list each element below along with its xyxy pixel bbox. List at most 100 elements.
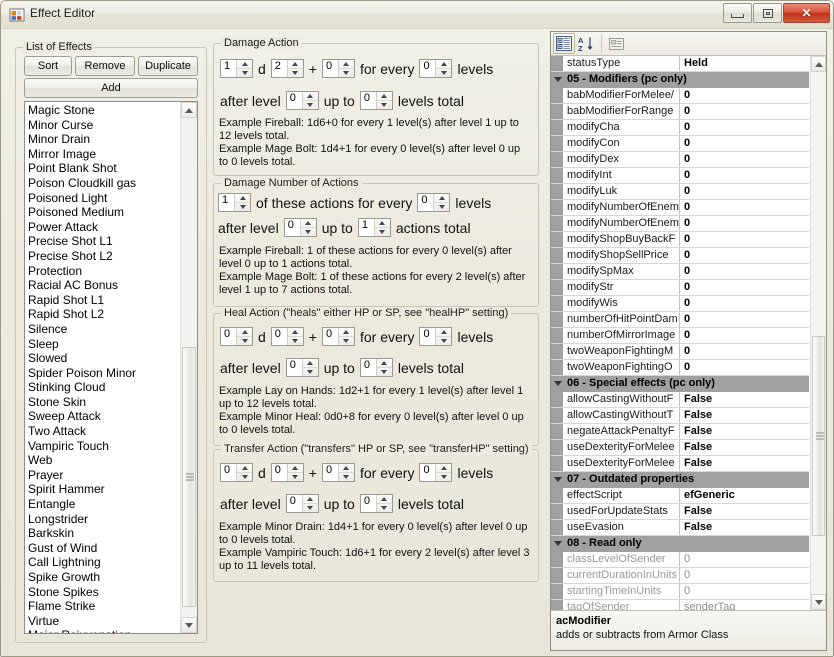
list-item[interactable]: Prayer [28,468,180,483]
list-item[interactable]: Precise Shot L2 [28,249,180,264]
actions-count-stepper[interactable]: 1 [218,193,251,212]
transfer-after-level-stepper[interactable]: 0 [285,494,319,513]
property-row[interactable]: numberOfHitPointDam 0 [551,312,809,328]
list-item[interactable]: Poisoned Medium [28,205,180,220]
stepper-arrows[interactable] [435,464,452,481]
property-value[interactable]: 0 [680,136,809,151]
stepper-arrows[interactable] [299,219,316,236]
property-row[interactable]: twoWeaponFightingO 0 [551,360,809,376]
list-item[interactable]: Stinking Cloud [28,380,180,395]
stepper-arrows[interactable] [236,464,252,481]
list-item[interactable]: Minor Drain [28,132,180,147]
stepper-arrows[interactable] [337,328,354,345]
list-item[interactable]: Poison Cloudkill gas [28,176,180,191]
list-item[interactable]: Spider Poison Minor [28,366,180,381]
property-value[interactable]: 0 [680,552,809,567]
category-expander[interactable] [551,536,563,551]
property-value[interactable]: 0 [680,232,809,247]
property-row[interactable]: useEvasion False [551,520,809,536]
heal-dice-sides-stepper[interactable]: 0 [270,327,304,346]
damage-every-levels-stepper[interactable]: 0 [419,59,453,78]
remove-button[interactable]: Remove [75,56,135,76]
property-row[interactable]: modifyNumberOfEnem 0 [551,200,809,216]
property-row[interactable]: statusType Held [551,56,809,72]
property-value[interactable]: 0 [680,216,809,231]
stepper-arrows[interactable] [337,464,354,481]
category-expander[interactable] [551,72,563,87]
list-item[interactable]: Vampiric Touch [28,439,180,454]
property-row[interactable]: currentDurationInUnits 0 [551,568,809,584]
property-row[interactable]: modifyShopBuyBackF 0 [551,232,809,248]
property-value[interactable]: 0 [680,200,809,215]
transfer-up-to-stepper[interactable]: 0 [359,494,393,513]
transfer-bonus-stepper[interactable]: 0 [321,463,355,482]
property-value[interactable]: Held [680,56,809,71]
property-category-row[interactable]: 06 - Special effects (pc only) [551,376,809,392]
list-item[interactable]: Major Rejuvenation [28,628,180,633]
list-item[interactable]: Sweep Attack [28,409,180,424]
list-item[interactable]: Magic Stone [28,103,180,118]
list-item[interactable]: Stone Skin [28,395,180,410]
list-item[interactable]: Point Blank Shot [28,161,180,176]
property-row[interactable]: startingTimeInUnits 0 [551,584,809,600]
property-value[interactable]: 0 [680,168,809,183]
list-item[interactable]: Stone Spikes [28,585,180,600]
alphabetical-sort-icon[interactable]: A Z [575,33,597,54]
list-item[interactable]: Spirit Hammer [28,482,180,497]
property-value[interactable]: 0 [680,344,809,359]
stepper-arrows[interactable] [375,92,392,109]
property-row[interactable]: numberOfMirrorImage 0 [551,328,809,344]
list-item[interactable]: Power Attack [28,220,180,235]
property-row[interactable]: useDexterityForMelee False [551,440,809,456]
effects-listbox[interactable]: Magic Stone Minor Curse Minor Drain Mirror … [24,101,198,634]
stepper-arrows[interactable] [435,328,452,345]
property-value[interactable]: 0 [680,568,809,583]
property-grid[interactable]: A Z statusType Held 05 - Modifiers (pc onl… [550,31,827,651]
list-item[interactable]: Slowed [28,351,180,366]
list-item[interactable]: Flame Strike [28,599,180,614]
list-item[interactable]: Protection [28,264,180,279]
list-item[interactable]: Call Lightning [28,555,180,570]
property-value[interactable]: efGeneric [680,488,809,503]
list-item[interactable]: Longstrider [28,512,180,527]
effects-list-scrollbar[interactable] [180,102,197,633]
property-value[interactable]: 0 [680,360,809,375]
property-row[interactable]: negateAttackPenaltyF False [551,424,809,440]
property-row[interactable]: modifyCon 0 [551,136,809,152]
transfer-dice-sides-stepper[interactable]: 0 [270,463,304,482]
pg-scroll-up-button[interactable] [811,56,826,72]
list-item[interactable]: Mirror Image [28,147,180,162]
property-value[interactable]: 0 [680,264,809,279]
list-item[interactable]: Gust of Wind [28,541,180,556]
list-item[interactable]: Spike Growth [28,570,180,585]
property-value[interactable]: False [680,504,809,519]
property-category-row[interactable]: 08 - Read only [551,536,809,552]
pg-scroll-down-button[interactable] [811,594,826,610]
property-row[interactable]: useDexterityForMelee False [551,456,809,472]
property-row[interactable]: allowCastingWithoutF False [551,392,809,408]
property-value[interactable]: 0 [680,248,809,263]
stepper-arrows[interactable] [286,60,303,77]
list-item[interactable]: Entangle [28,497,180,512]
actions-every-levels-stepper[interactable]: 0 [417,193,451,212]
scroll-up-button[interactable] [181,102,197,118]
stepper-arrows[interactable] [435,60,452,77]
category-expander[interactable] [551,472,563,487]
stepper-arrows[interactable] [301,92,318,109]
property-row[interactable]: modifyInt 0 [551,168,809,184]
property-row[interactable]: modifyCha 0 [551,120,809,136]
property-value[interactable]: 0 [680,584,809,599]
close-button[interactable]: ✕ [783,3,830,23]
property-value[interactable]: 0 [680,328,809,343]
property-value[interactable]: 0 [680,280,809,295]
property-value[interactable]: 0 [680,120,809,135]
heal-up-to-stepper[interactable]: 0 [359,358,393,377]
property-value[interactable]: False [680,456,809,471]
property-row[interactable]: modifyStr 0 [551,280,809,296]
duplicate-button[interactable]: Duplicate [138,56,198,76]
stepper-arrows[interactable] [337,60,354,77]
damage-dice-sides-stepper[interactable]: 2 [270,59,304,78]
sort-button[interactable]: Sort [24,56,72,76]
property-value[interactable]: False [680,520,809,535]
property-row[interactable]: modifyNumberOfEnem 0 [551,216,809,232]
